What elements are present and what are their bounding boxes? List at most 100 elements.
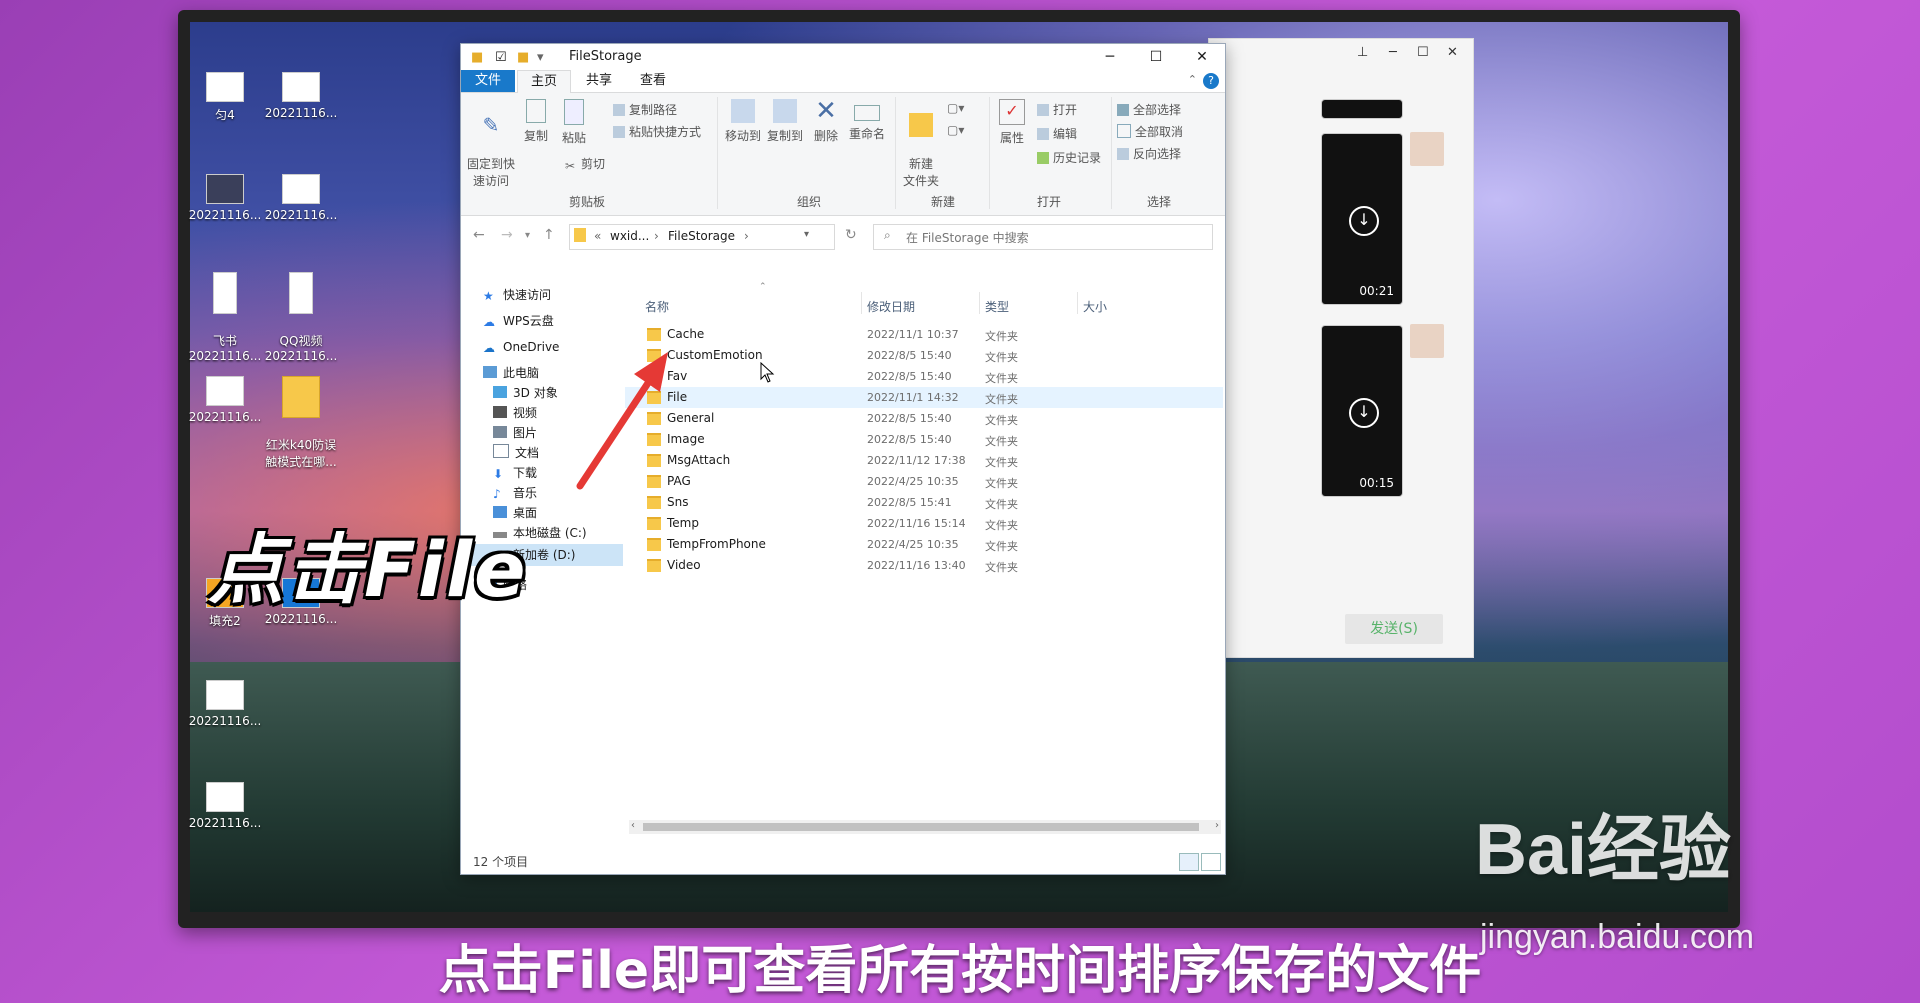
nav-music[interactable]: ♪ 音乐 [493, 484, 537, 502]
new-item-icon[interactable]: ▢▾ [947, 101, 964, 115]
collapse-ribbon-icon[interactable]: ⌃ [1188, 73, 1197, 86]
nav-this-pc[interactable]: 此电脑 [483, 364, 539, 382]
address-bar[interactable]: « wxid... › FileStorage › ▾ [569, 224, 835, 250]
nav-videos[interactable]: 视频 [493, 404, 537, 422]
desktop-icon[interactable]: 飞书 20221116... [186, 258, 264, 377]
copy-button[interactable]: 复制 [521, 99, 551, 144]
edit-button[interactable]: 编辑 [1037, 125, 1077, 142]
horizontal-scrollbar[interactable]: ‹ › [629, 820, 1221, 834]
nav-wps-cloud[interactable]: ☁ WPS云盘 [483, 312, 554, 330]
copy-to-button[interactable]: 复制到 [765, 99, 805, 144]
details-view-icon[interactable] [1179, 853, 1199, 871]
help-icon[interactable]: ? [1203, 73, 1219, 89]
desktop-icon-label: 20221116... [264, 208, 338, 222]
new-folder-quick-icon[interactable]: ■ [517, 50, 529, 65]
table-row[interactable]: Cache 2022/11/1 10:37 文件夹 [625, 324, 1223, 345]
table-row[interactable]: Image 2022/8/5 15:40 文件夹 [625, 429, 1223, 450]
nav-quick-access[interactable]: ★ 快速访问 [483, 286, 551, 304]
quick-access-dropdown-icon[interactable]: ▾ [537, 50, 544, 65]
tab-view[interactable]: 查看 [627, 70, 679, 92]
recent-dropdown-icon[interactable]: ▾ [525, 230, 530, 241]
open-button[interactable]: 打开 [1037, 101, 1077, 118]
table-row[interactable]: Temp 2022/11/16 15:14 文件夹 [625, 513, 1223, 534]
forward-icon[interactable]: → [501, 227, 513, 243]
close-button[interactable]: ✕ [1447, 45, 1458, 60]
table-row[interactable]: PAG 2022/4/25 10:35 文件夹 [625, 471, 1223, 492]
video-message[interactable] [1321, 99, 1403, 119]
up-icon[interactable]: ↑ [543, 227, 555, 243]
large-icons-view-icon[interactable] [1201, 853, 1221, 871]
table-row[interactable]: TempFromPhone 2022/4/25 10:35 文件夹 [625, 534, 1223, 555]
select-all-button[interactable]: 全部选择 [1117, 101, 1181, 118]
new-folder-button[interactable]: 新建 文件夹 [901, 99, 941, 189]
search-input[interactable]: ⌕ 在 FileStorage 中搜索 [873, 224, 1213, 250]
minimize-button[interactable]: ─ [1389, 45, 1397, 60]
table-row[interactable]: General 2022/8/5 15:40 文件夹 [625, 408, 1223, 429]
table-row[interactable]: Video 2022/11/16 13:40 文件夹 [625, 555, 1223, 576]
properties-button[interactable]: ✓ 属性 [995, 99, 1029, 146]
file-date: 2022/11/12 17:38 [867, 454, 966, 467]
scrollbar-thumb[interactable] [643, 823, 1199, 831]
close-button[interactable]: ✕ [1179, 46, 1225, 68]
nav-downloads[interactable]: ⬇ 下载 [493, 464, 537, 482]
nav-documents[interactable]: 文档 [493, 444, 539, 462]
select-none-button[interactable]: 全部取消 [1117, 123, 1183, 140]
scroll-right-icon[interactable]: › [1215, 820, 1219, 831]
nav-pictures[interactable]: 图片 [493, 424, 537, 442]
tab-file[interactable]: 文件 [461, 70, 515, 92]
desktop-icon[interactable]: 匀4 [186, 72, 264, 123]
mouse-cursor-icon [760, 362, 775, 383]
column-header-size[interactable]: 大小 [1083, 298, 1107, 315]
tab-share[interactable]: 共享 [573, 70, 625, 92]
video-message[interactable]: ↓ 00:15 [1321, 325, 1403, 497]
table-row[interactable]: Fav 2022/8/5 15:40 文件夹 [625, 366, 1223, 387]
nav-onedrive[interactable]: ☁ OneDrive [483, 338, 559, 356]
table-row[interactable]: Sns 2022/8/5 15:41 文件夹 [625, 492, 1223, 513]
copy-path-button[interactable]: 复制路径 [613, 101, 677, 118]
desktop-icon[interactable]: 20221116... [262, 174, 340, 222]
minimize-button[interactable]: ─ [1087, 46, 1133, 68]
paste-button[interactable]: 粘贴 [559, 99, 589, 146]
move-to-button[interactable]: 移动到 [723, 99, 763, 144]
video-message[interactable]: ↓ 00:21 [1321, 133, 1403, 305]
nav-3d-objects[interactable]: 3D 对象 [493, 384, 558, 402]
table-row[interactable]: MsgAttach 2022/11/12 17:38 文件夹 [625, 450, 1223, 471]
table-row[interactable]: File 2022/11/1 14:32 文件夹 [625, 387, 1223, 408]
delete-button[interactable]: ✕ 删除 [811, 98, 841, 144]
breadcrumb-parent[interactable]: wxid... [610, 229, 649, 243]
properties-quick-icon[interactable]: ☑ [495, 50, 507, 65]
desktop-icon[interactable]: QQ视频 20221116... [262, 258, 340, 377]
avatar[interactable] [1410, 132, 1444, 166]
desktop-icon[interactable]: 20221116... [186, 174, 264, 222]
back-icon[interactable]: ← [473, 227, 485, 243]
tab-home[interactable]: 主页 [517, 70, 571, 94]
avatar[interactable] [1410, 324, 1444, 358]
column-header-name[interactable]: 名称 [645, 298, 669, 315]
desktop-icon[interactable]: 20221116... [186, 782, 264, 830]
easy-access-icon[interactable]: ▢▾ [947, 123, 964, 137]
breadcrumb-current[interactable]: FileStorage [668, 229, 735, 243]
refresh-icon[interactable]: ↻ [845, 227, 857, 243]
desktop-icon-label: 20221116... [188, 816, 262, 830]
rename-button[interactable]: 重命名 [847, 99, 887, 142]
maximize-button[interactable]: ☐ [1133, 46, 1179, 68]
address-overflow[interactable]: « [594, 229, 601, 243]
column-header-date[interactable]: 修改日期 [867, 298, 915, 315]
address-dropdown-icon[interactable]: ▾ [804, 229, 809, 240]
desktop-icon[interactable]: 20221116... [262, 72, 340, 120]
desktop-icon[interactable]: 20221116... [186, 376, 264, 424]
pin-icon[interactable]: ⊥ [1357, 45, 1368, 60]
paste-shortcut-button[interactable]: 粘贴快捷方式 [613, 123, 701, 140]
history-button[interactable]: 历史记录 [1037, 149, 1101, 166]
file-type: 文件夹 [985, 456, 1018, 469]
desktop-icon[interactable]: 红米k40防误 触模式在哪... [262, 362, 340, 484]
desktop-icon[interactable]: 20221116... [186, 680, 264, 728]
invert-selection-button[interactable]: 反向选择 [1117, 145, 1181, 162]
cut-button[interactable]: ✂ 剪切 [565, 155, 605, 173]
table-row[interactable]: CustomEmotion 2022/8/5 15:40 文件夹 [625, 345, 1223, 366]
maximize-button[interactable]: ☐ [1417, 45, 1429, 60]
send-button[interactable]: 发送(S) [1345, 614, 1443, 644]
scroll-left-icon[interactable]: ‹ [631, 820, 635, 831]
pin-to-quick-access-button[interactable]: ✎ 固定到快 速访问 [465, 99, 517, 189]
column-header-type[interactable]: 类型 [985, 298, 1009, 315]
